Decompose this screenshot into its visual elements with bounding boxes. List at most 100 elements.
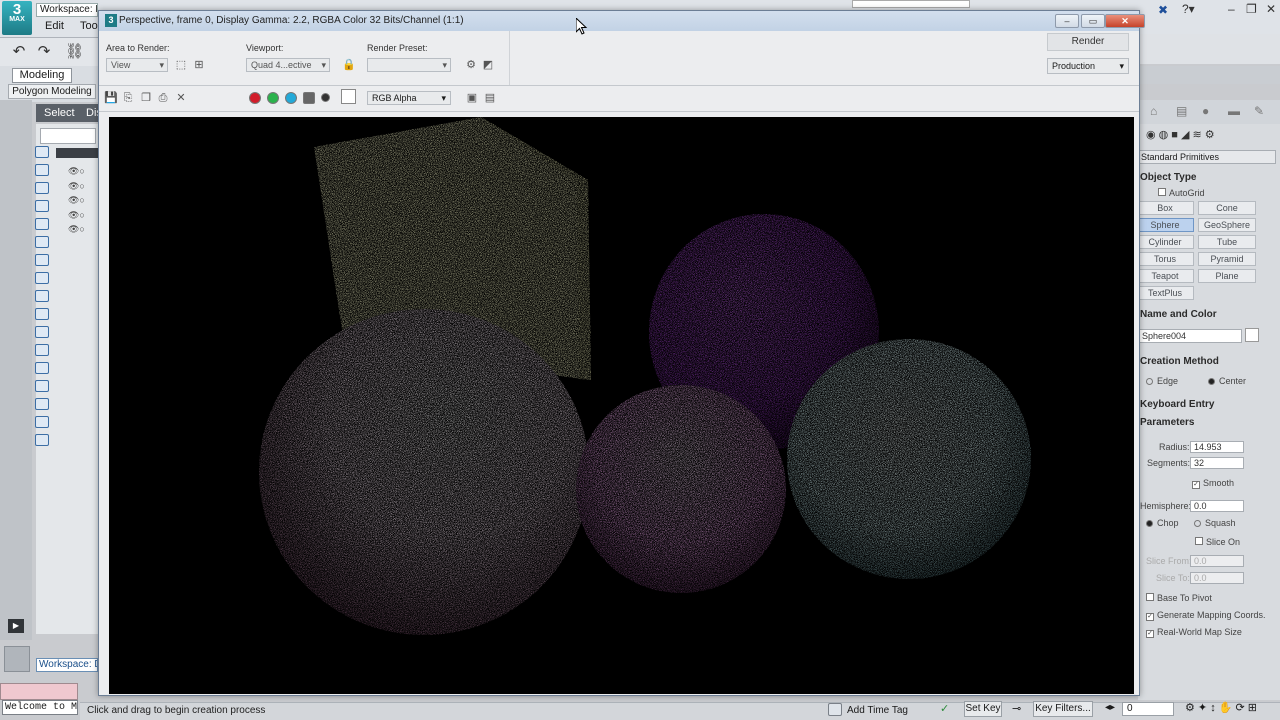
radio-edge[interactable]: Edge <box>1146 376 1178 386</box>
render-button[interactable]: Render <box>1047 33 1129 51</box>
red-channel-toggle[interactable] <box>249 92 261 104</box>
slice-from-field[interactable]: 0.0 <box>1190 555 1244 567</box>
render-preset-dropdown[interactable] <box>367 58 451 72</box>
rollout-creation-method[interactable]: Creation Method <box>1140 356 1219 367</box>
sphere-button[interactable]: Sphere <box>1136 218 1194 232</box>
add-time-tag-label[interactable]: Add Time Tag <box>847 705 908 716</box>
frozen-icon[interactable] <box>35 344 49 356</box>
toggle-ui-icon[interactable]: ▤ <box>483 91 497 105</box>
camera-icon[interactable] <box>35 218 49 230</box>
print-image-icon[interactable]: ⎙ <box>156 91 170 105</box>
nav-icons[interactable]: ⚙ ✦ ↕ ✋ ⟳ ⊞ <box>1185 701 1257 714</box>
channel-dropdown[interactable]: RGB Alpha <box>367 91 451 105</box>
restore-app-icon[interactable]: ❐ <box>1246 2 1257 16</box>
slice-on-box[interactable] <box>1195 537 1203 545</box>
tube-button[interactable]: Tube <box>1198 235 1256 249</box>
area-to-render-dropdown[interactable]: View <box>106 58 168 72</box>
base-to-pivot-box[interactable] <box>1146 593 1154 601</box>
cylinder-button[interactable]: Cylinder <box>1136 235 1194 249</box>
box-button[interactable]: Box <box>1136 201 1194 215</box>
help-icon[interactable]: ?▾ <box>1182 2 1195 16</box>
radio-squash[interactable]: Squash <box>1194 518 1236 528</box>
close-button[interactable]: ✕ <box>1105 14 1145 28</box>
pyramid-button[interactable]: Pyramid <box>1198 252 1256 266</box>
object-color-swatch[interactable] <box>1245 328 1259 342</box>
copy-image-icon[interactable]: ⎘ <box>121 91 135 105</box>
save-image-icon[interactable]: 💾 <box>104 91 118 105</box>
smooth-box[interactable]: ✓ <box>1192 481 1200 489</box>
sort-icon[interactable] <box>35 416 49 428</box>
render-setup-icon[interactable]: ⚙ <box>464 58 478 72</box>
create-category-icons[interactable]: ◉ ◍ ■ ◢ ≋ ⚙ <box>1146 128 1215 141</box>
real-world-checkbox[interactable]: ✓ Real-World Map Size <box>1146 627 1242 638</box>
render-window-title-bar[interactable]: 3 Perspective, frame 0, Display Gamma: 2… <box>99 11 1145 31</box>
display-overlay-icon[interactable]: ▣ <box>465 91 479 105</box>
viewport-dropdown[interactable]: Quad 4...ective <box>246 58 330 72</box>
environment-icon[interactable]: ◩ <box>481 58 495 72</box>
minimize-button[interactable]: – <box>1055 14 1079 28</box>
frame-spinner-icon[interactable]: ◂▸ <box>1105 702 1115 713</box>
rollout-parameters[interactable]: Parameters <box>1140 417 1194 428</box>
scene-search-field[interactable] <box>40 128 96 144</box>
plane-button[interactable]: Plane <box>1198 269 1256 283</box>
set-key-button[interactable]: Set Key <box>964 701 1002 717</box>
smooth-checkbox[interactable]: ✓ Smooth <box>1192 478 1234 489</box>
geosphere-button[interactable]: GeoSphere <box>1198 218 1256 232</box>
create-tab-icon[interactable]: ⌂ <box>1150 104 1157 118</box>
list-icon[interactable] <box>35 398 49 410</box>
current-frame-field[interactable]: 0 <box>1122 702 1174 716</box>
undo-icon[interactable]: ↶ <box>10 43 28 61</box>
autogrid-checkbox[interactable]: AutoGrid <box>1158 188 1205 198</box>
menu-edit[interactable]: Edit <box>45 20 64 32</box>
expand-arrow-icon[interactable]: ▶ <box>8 619 24 633</box>
rollout-object-type[interactable]: Object Type <box>1140 172 1197 183</box>
helper-icon[interactable] <box>35 236 49 248</box>
slice-to-field[interactable]: 0.0 <box>1190 572 1244 584</box>
close-app-icon[interactable]: ✕ <box>1266 2 1276 16</box>
app-logo[interactable]: 3 MAX <box>2 1 32 35</box>
slice-on-checkbox[interactable]: Slice On <box>1195 537 1240 547</box>
edit-region-icon[interactable]: ⬚ <box>174 58 188 72</box>
workspace-dropdown-top[interactable]: Workspace: Default <box>36 3 98 17</box>
tab-select[interactable]: Select <box>44 107 75 119</box>
lock-viewport-icon[interactable]: 🔒 <box>342 58 356 72</box>
hemisphere-field[interactable]: 0.0 <box>1190 500 1244 512</box>
maxscript-listener-field[interactable] <box>0 683 78 700</box>
container-icon[interactable] <box>35 326 49 338</box>
spacewarp-icon[interactable] <box>35 254 49 266</box>
workspace-dropdown-bottom[interactable]: Workspace: Default <box>36 658 98 672</box>
minimize-app-icon[interactable]: – <box>1228 2 1235 16</box>
group-icon[interactable] <box>35 272 49 284</box>
teapot-button[interactable]: Teapot <box>1136 269 1194 283</box>
base-to-pivot-checkbox[interactable]: Base To Pivot <box>1146 593 1212 603</box>
swatch-color[interactable] <box>341 89 356 104</box>
cone-button[interactable]: Cone <box>1198 201 1256 215</box>
key-lock-icon[interactable]: ⊸ <box>1012 702 1021 715</box>
radio-center[interactable]: Center <box>1208 376 1246 386</box>
gen-mapping-checkbox[interactable]: ✓ Generate Mapping Coords. <box>1146 610 1266 621</box>
clone-frame-icon[interactable]: ❐ <box>139 91 153 105</box>
motion-tab-icon[interactable]: ▬ <box>1228 104 1240 118</box>
rollout-name-and-color[interactable]: Name and Color <box>1140 309 1217 320</box>
exchange-icon[interactable]: ✖ <box>1158 3 1168 17</box>
layer-icon[interactable] <box>35 380 49 392</box>
gen-mapping-box[interactable]: ✓ <box>1146 613 1154 621</box>
production-dropdown[interactable]: Production <box>1047 58 1129 74</box>
filter-icon[interactable] <box>35 434 49 446</box>
key-mode-icon[interactable]: ✓ <box>940 702 949 715</box>
tab-polygon-modeling[interactable]: Polygon Modeling <box>8 84 96 99</box>
auto-region-icon[interactable]: ⊞ <box>192 58 206 72</box>
geometry-icon[interactable] <box>35 164 49 176</box>
rollout-keyboard-entry[interactable]: Keyboard Entry <box>1140 399 1214 410</box>
key-filters-button[interactable]: Key Filters... <box>1033 701 1093 717</box>
mini-viewport-icon[interactable] <box>4 646 30 672</box>
link-icon[interactable]: ⛓ <box>65 43 84 61</box>
primitive-type-dropdown[interactable]: Standard Primitives <box>1138 150 1276 164</box>
redo-icon[interactable]: ↷ <box>35 43 53 61</box>
monochrome-toggle[interactable] <box>321 93 330 102</box>
hidden-icon[interactable] <box>35 362 49 374</box>
blue-channel-toggle[interactable] <box>285 92 297 104</box>
visibility-toggles[interactable]: 👁○ 👁○ 👁○ 👁○ 👁○ <box>68 164 85 237</box>
clear-image-icon[interactable]: ✕ <box>174 91 188 105</box>
modify-tab-icon[interactable]: ▤ <box>1176 104 1187 118</box>
